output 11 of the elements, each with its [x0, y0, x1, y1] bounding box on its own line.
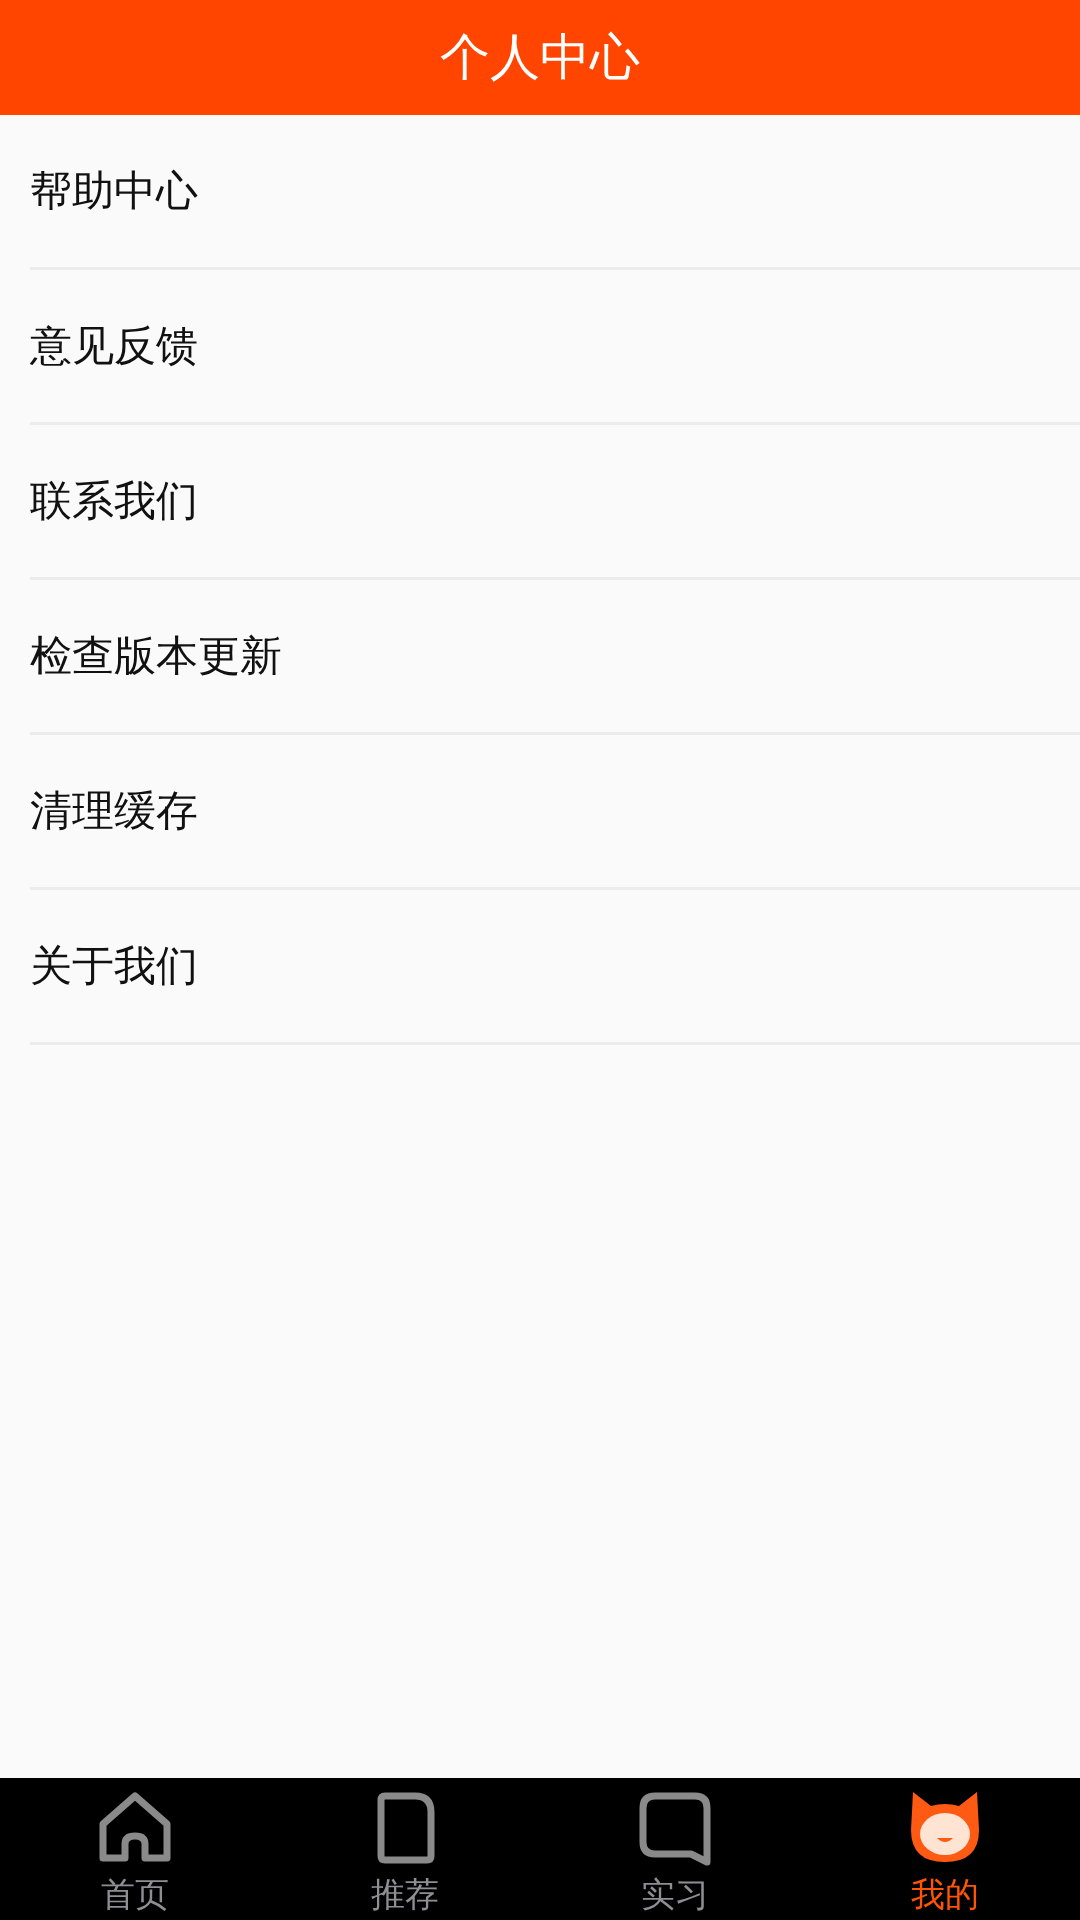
tab[interactable]: 实习 — [540, 1778, 810, 1920]
tab[interactable]: 推荐 — [270, 1778, 540, 1920]
page-title: 个人中心 — [440, 27, 640, 88]
menu-item[interactable]: 帮助中心 — [30, 115, 1080, 270]
menu-item[interactable]: 检查版本更新 — [30, 580, 1080, 735]
tab[interactable]: 首页 — [0, 1778, 270, 1920]
menu-item[interactable]: 联系我们 — [30, 425, 1080, 580]
tab[interactable]: 我的 — [810, 1778, 1080, 1920]
menu-item[interactable]: 意见反馈 — [30, 270, 1080, 425]
menu-item[interactable]: 关于我们 — [30, 890, 1080, 1045]
menu-item[interactable]: 清理缓存 — [30, 735, 1080, 890]
